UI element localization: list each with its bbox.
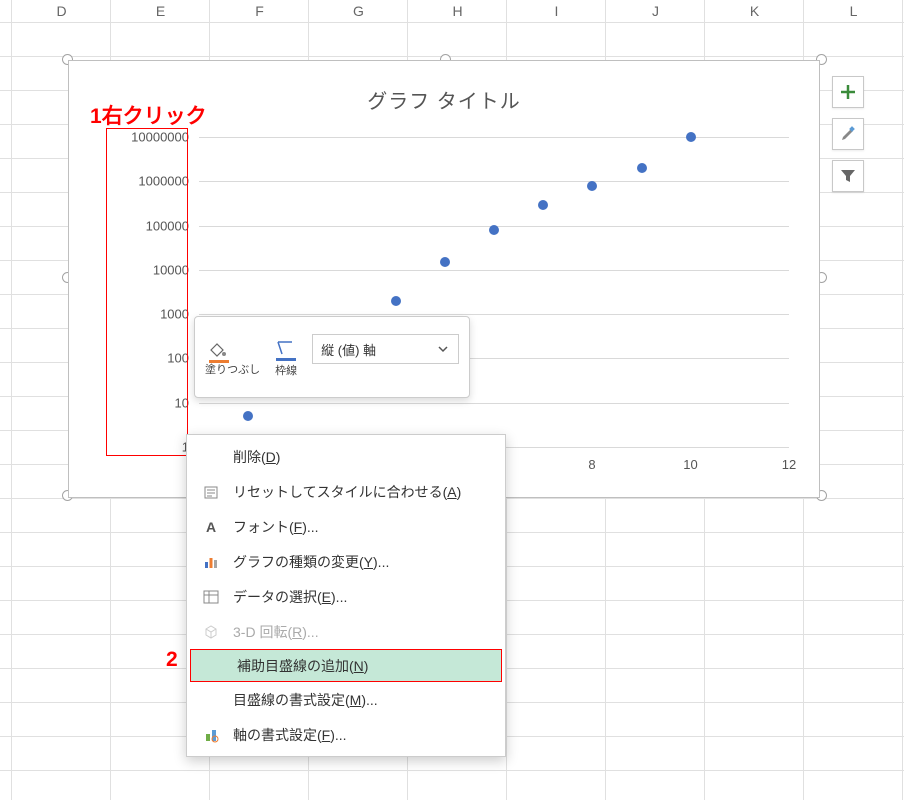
menu-reset-style[interactable]: リセットしてスタイルに合わせる(A) [187,474,505,509]
data-point[interactable] [538,200,548,210]
data-point[interactable] [637,163,647,173]
col-header[interactable]: F [210,0,309,22]
x-tick[interactable]: 10 [683,457,697,472]
data-point[interactable] [686,132,696,142]
pen-outline-icon [272,338,300,362]
col-header[interactable]: G [309,0,408,22]
fill-label: 塗りつぶし [205,364,260,376]
menu-format-gridlines[interactable]: 目盛線の書式設定(M)... [187,682,505,717]
menu-change-chart-type[interactable]: グラフの種類の変更(Y)... [187,544,505,579]
format-axis-icon [199,727,223,743]
chart-plot-area[interactable]: 10000000 1000000 100000 10000 1000 100 1… [199,137,789,447]
chart-element-selector[interactable]: 縦 (値) 軸 [312,334,459,364]
col-header[interactable]: I [507,0,606,22]
paint-bucket-icon [205,340,233,364]
menu-format-axis[interactable]: 軸の書式設定(F)... [187,717,505,752]
fill-button[interactable]: 塗りつぶし [205,340,260,376]
annotation-2-text: 2 [166,648,178,672]
funnel-icon [839,167,857,185]
font-icon: A [199,519,223,535]
x-tick[interactable]: 8 [588,457,595,472]
chart-styles-button[interactable] [832,118,864,150]
data-point[interactable] [391,296,401,306]
selector-value: 縦 (値) 軸 [321,340,376,359]
data-point[interactable] [489,225,499,235]
plus-icon [839,83,857,101]
col-header[interactable]: D [12,0,111,22]
paintbrush-icon [839,125,857,143]
chevron-down-icon [436,342,450,356]
data-point[interactable] [243,411,253,421]
mini-toolbar: 塗りつぶし 枠線 縦 (値) 軸 [194,316,470,398]
col-header[interactable]: H [408,0,507,22]
col-header[interactable]: K [705,0,804,22]
menu-add-minor-gridlines[interactable]: 補助目盛線の追加(N) [190,649,502,682]
col-header[interactable]: L [804,0,903,22]
outline-button[interactable]: 枠線 [272,338,300,378]
annotation-1-text: 1右クリック [90,100,207,130]
menu-delete[interactable]: 削除(D) [187,439,505,474]
chart-type-icon [199,554,223,570]
select-data-icon [199,589,223,605]
outline-label: 枠線 [272,362,300,378]
menu-3d-rotation: 3-D 回転(R)... [187,614,505,649]
reset-icon [199,484,223,500]
cube-icon [199,624,223,640]
menu-font[interactable]: A フォント(F)... [187,509,505,544]
context-menu: 削除(D) リセットしてスタイルに合わせる(A) A フォント(F)... グラ… [186,434,506,757]
col-header[interactable]: E [111,0,210,22]
data-point[interactable] [440,257,450,267]
annotation-box-1 [106,128,188,456]
menu-select-data[interactable]: データの選択(E)... [187,579,505,614]
chart-filters-button[interactable] [832,160,864,192]
data-point[interactable] [587,181,597,191]
chart-elements-button[interactable] [832,76,864,108]
col-header[interactable]: J [606,0,705,22]
x-tick[interactable]: 12 [782,457,796,472]
